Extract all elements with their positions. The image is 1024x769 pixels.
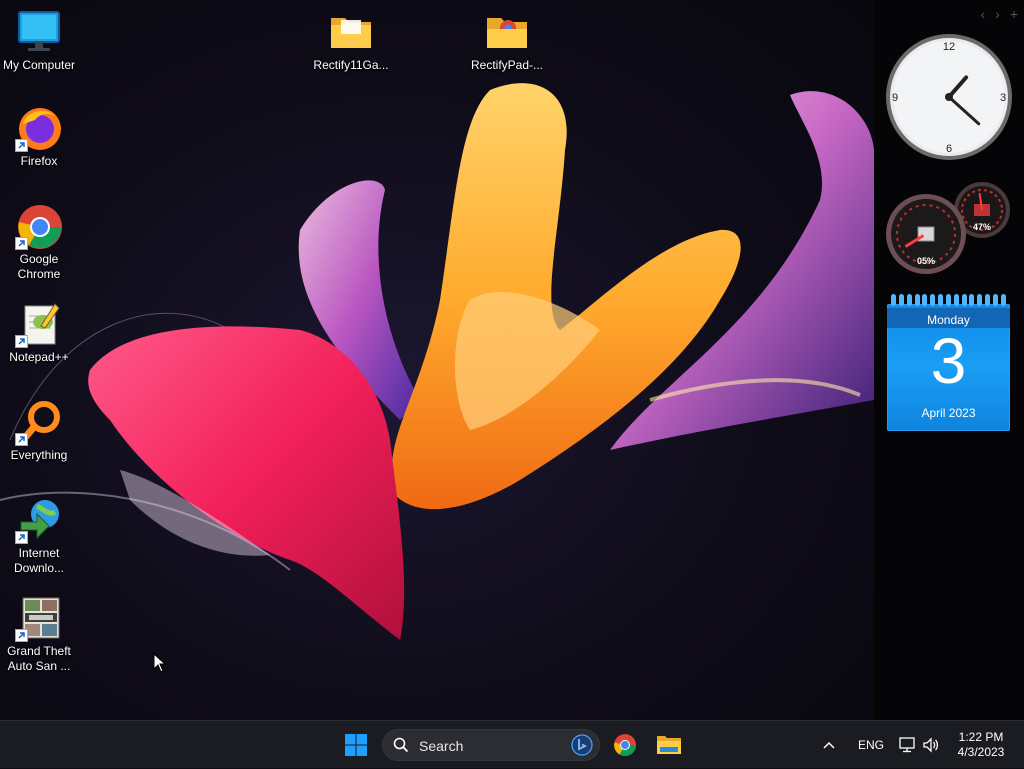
desktop-icon-internet-download-manager[interactable]: Internet Downlo... [0,496,78,576]
notepad-plus-plus-icon [15,300,63,348]
desktop-icon-label: Google Chrome [17,252,61,281]
magnifier-search-icon [15,398,63,446]
chevron-up-icon [823,741,835,749]
desktop-icon-google-chrome[interactable]: Google Chrome [0,202,78,282]
desktop-icon-firefox[interactable]: Firefox [0,104,78,169]
taskbar-file-explorer-button[interactable] [653,729,685,761]
desktop-icon-label: Internet Downlo... [13,546,65,575]
firefox-icon [15,104,63,152]
chrome-icon [614,734,636,756]
bing-chat-icon[interactable] [571,734,593,756]
desktop-icon-label: My Computer [2,58,76,72]
download-globe-icon [15,496,63,544]
gadget-prev-button[interactable]: ‹ [980,6,985,22]
clock-numeral-12: 12 [943,41,955,53]
gadget-sidebar: ‹ › + 12 3 6 9 47% 05% Monday 3 April 20… [874,0,1024,720]
desktop-icon-everything[interactable]: Everything [0,398,78,463]
desktop-icon-label: RectifyPad-... [470,58,544,72]
speaker-icon [923,737,939,753]
desktop-wallpaper [0,0,874,720]
chrome-icon [15,202,63,250]
calendar-day-number: 3 [930,325,967,397]
taskbar-time: 1:22 PM [958,730,1004,744]
desktop-icon-label: Notepad++ [9,350,69,364]
search-icon [393,737,409,753]
desktop-icon-notepad-plus-plus[interactable]: Notepad++ [0,300,78,365]
gta-game-icon [15,594,63,642]
calendar-rings [891,294,1006,306]
search-input[interactable] [417,730,571,762]
start-button[interactable] [340,729,372,761]
taskbar-clock[interactable]: 1:22 PM 4/3/2023 [948,730,1014,760]
shortcut-arrow-icon [15,237,28,250]
desktop-icon-label: Everything [10,448,68,462]
monitor-icon [15,8,63,56]
file-explorer-folder-icon [657,736,681,754]
desktop-icon-label: Rectify11Ga... [313,58,389,72]
windows-logo-icon [345,734,367,756]
input-language-indicator[interactable]: ENG [858,721,884,769]
mouse-cursor-icon [153,653,167,673]
taskbar-date: 4/3/2023 [957,745,1005,759]
ram-usage-label: 47% [973,222,991,232]
shortcut-arrow-icon [15,335,28,348]
shortcut-arrow-icon [15,531,28,544]
cpu-meter-gadget[interactable]: 47% 05% [884,180,1014,276]
wallpaper-art [0,83,874,640]
folder-chrome-icon [483,8,531,56]
clock-numeral-6: 6 [946,143,952,155]
desktop-icon-label: Firefox [20,154,58,168]
taskbar: ENG 1:22 PM 4/3/2023 [0,720,1024,768]
shortcut-arrow-icon [15,433,28,446]
calendar-gadget[interactable]: Monday 3 April 2023 [887,294,1010,431]
desktop-icon-my-computer[interactable]: My Computer [0,8,78,73]
gadget-nav: ‹ › + [980,6,1018,22]
desktop-icon-rectify11-folder[interactable]: Rectify11Ga... [312,8,390,73]
taskbar-chrome-button[interactable] [609,729,641,761]
tray-overflow-button[interactable] [822,721,836,769]
shortcut-arrow-icon [15,629,28,642]
desktop-icon-rectifypad-folder[interactable]: RectifyPad-... [468,8,546,73]
gadget-add-button[interactable]: + [1010,6,1018,22]
taskbar-search-box[interactable] [382,729,600,762]
calendar-month-year: April 2023 [921,406,976,420]
network-monitor-icon [899,737,915,753]
folder-icon [327,8,375,56]
clock-numeral-9: 9 [892,92,898,104]
desktop-icon-gta-san-andreas[interactable]: Grand Theft Auto San ... [0,594,78,674]
desktop-icon-label: Grand Theft Auto San ... [7,644,71,673]
volume-button[interactable] [922,721,940,769]
shortcut-arrow-icon [15,139,28,152]
clock-numeral-3: 3 [1000,92,1006,104]
gadget-next-button[interactable]: › [995,6,1000,22]
network-status-button[interactable] [898,721,916,769]
cpu-usage-label: 05% [917,256,935,266]
analog-clock-gadget[interactable]: 12 3 6 9 [884,32,1014,162]
